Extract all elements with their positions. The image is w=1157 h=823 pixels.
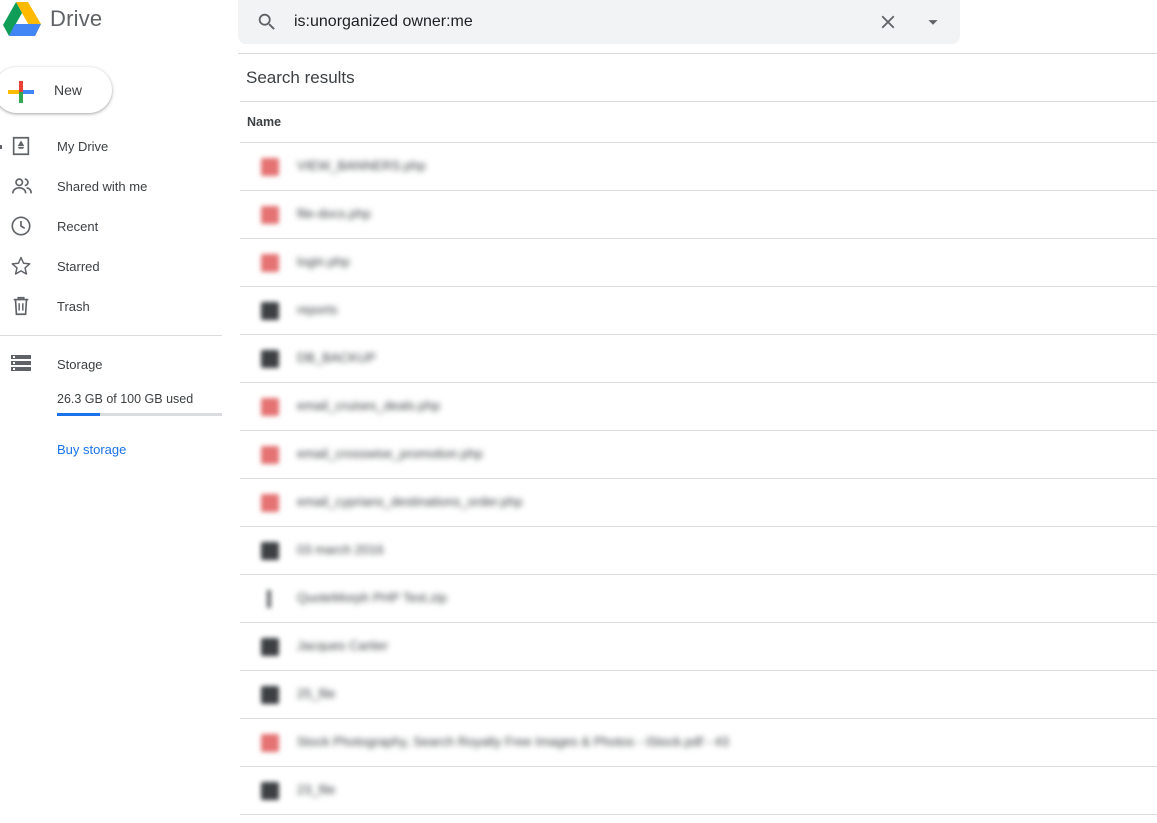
row-fade bbox=[788, 575, 794, 622]
row-fade bbox=[788, 383, 794, 430]
file-row[interactable]: 23_file bbox=[240, 767, 1157, 815]
file-row[interactable]: DB_BACKUP bbox=[240, 335, 1157, 383]
sidebar-item-label: My Drive bbox=[57, 139, 109, 154]
column-header-name[interactable]: Name bbox=[247, 115, 281, 129]
file-name: VIEW_BANNERS.php bbox=[297, 158, 426, 173]
storage-label: Storage bbox=[57, 357, 103, 372]
pdf-file-icon bbox=[261, 734, 279, 752]
pdf-file-icon bbox=[261, 206, 279, 224]
file-name: login.php bbox=[297, 254, 350, 269]
row-fade bbox=[788, 335, 794, 382]
pdf-file-icon bbox=[261, 446, 279, 464]
row-fade bbox=[788, 671, 794, 718]
file-name: 25_file bbox=[297, 686, 336, 701]
sidebar-item-shared-with-me[interactable]: Shared with me bbox=[0, 166, 222, 206]
storage-usage-bar bbox=[57, 413, 222, 416]
search-input[interactable] bbox=[294, 10, 854, 34]
file-row[interactable]: email_crosswise_promotion.php bbox=[240, 431, 1157, 479]
file-row[interactable]: email_cruises_deals.php bbox=[240, 383, 1157, 431]
row-fade bbox=[788, 287, 794, 334]
row-fade bbox=[788, 479, 794, 526]
title-divider bbox=[240, 101, 1157, 102]
folder-icon bbox=[261, 302, 279, 320]
pdf-file-icon bbox=[261, 494, 279, 512]
sidebar-divider bbox=[0, 335, 222, 336]
file-row[interactable]: QuoteMorph PHP Test.zip bbox=[240, 575, 1157, 623]
drive-logo[interactable]: Drive bbox=[3, 2, 102, 36]
trash-icon bbox=[10, 295, 32, 322]
app-title: Drive bbox=[50, 6, 103, 31]
sidebar-item-label: Starred bbox=[57, 259, 100, 274]
sidebar-item-starred[interactable]: Starred bbox=[0, 246, 222, 286]
sidebar-item-recent[interactable]: Recent bbox=[0, 206, 222, 246]
storage-usage-fill bbox=[57, 413, 101, 416]
search-options-icon[interactable] bbox=[922, 11, 944, 38]
folder-icon bbox=[261, 350, 279, 368]
header-divider bbox=[238, 53, 1157, 54]
file-row[interactable]: 03 march 2016 bbox=[240, 527, 1157, 575]
sidebar-item-label: Trash bbox=[57, 299, 90, 314]
row-fade bbox=[788, 623, 794, 670]
zip-file-icon bbox=[267, 590, 271, 608]
file-row[interactable]: file-docs.php bbox=[240, 191, 1157, 239]
file-row[interactable]: email_cyprians_destinations_order.php bbox=[240, 479, 1157, 527]
sidebar-item-my-drive[interactable]: My Drive bbox=[0, 126, 222, 166]
search-bar bbox=[238, 0, 960, 44]
sidebar-item-trash[interactable]: Trash bbox=[0, 286, 222, 326]
file-name: reports bbox=[297, 302, 338, 317]
search-icon[interactable] bbox=[256, 11, 278, 38]
file-name: email_crosswise_promotion.php bbox=[297, 446, 483, 461]
new-button-label: New bbox=[54, 82, 83, 98]
sidebar-nav: My Drive Shared with me Recent Starred T… bbox=[0, 126, 222, 326]
file-name: 23_file bbox=[297, 782, 336, 797]
row-fade bbox=[788, 431, 794, 478]
file-name: file-docs.php bbox=[297, 206, 371, 221]
file-row[interactable]: reports bbox=[240, 287, 1157, 335]
storage-icon bbox=[10, 354, 32, 377]
sidebar-item-label: Shared with me bbox=[57, 179, 148, 194]
row-fade bbox=[788, 719, 794, 766]
clock-icon bbox=[10, 215, 32, 242]
file-name: QuoteMorph PHP Test.zip bbox=[297, 590, 447, 605]
file-row[interactable]: 25_file bbox=[240, 671, 1157, 719]
pdf-file-icon bbox=[261, 254, 279, 272]
row-fade bbox=[788, 191, 794, 238]
pdf-file-icon bbox=[261, 398, 279, 416]
new-button[interactable]: New bbox=[0, 67, 112, 113]
row-fade bbox=[788, 143, 794, 190]
row-fade bbox=[788, 527, 794, 574]
storage-usage-text: 26.3 GB of 100 GB used bbox=[57, 392, 194, 406]
file-name: 03 march 2016 bbox=[297, 542, 384, 557]
row-fade bbox=[788, 767, 794, 814]
folder-icon bbox=[261, 782, 279, 800]
clear-search-icon[interactable] bbox=[877, 11, 899, 38]
shared-icon bbox=[10, 175, 34, 202]
buy-storage-link[interactable]: Buy storage bbox=[57, 442, 126, 457]
sidebar-item-storage[interactable]: Storage bbox=[0, 343, 222, 383]
page-title: Search results bbox=[246, 68, 355, 87]
folder-icon bbox=[261, 542, 279, 560]
file-name: email_cruises_deals.php bbox=[297, 398, 441, 413]
row-fade bbox=[788, 239, 794, 286]
sidebar-item-label: Recent bbox=[57, 219, 99, 234]
plus-icon bbox=[8, 79, 34, 110]
file-name: DB_BACKUP bbox=[297, 350, 376, 365]
file-name: Jacques Cartier bbox=[297, 638, 389, 653]
file-row[interactable]: VIEW_BANNERS.php bbox=[240, 143, 1157, 191]
file-name: email_cyprians_destinations_order.php bbox=[297, 494, 523, 509]
drive-logo-icon bbox=[3, 2, 41, 36]
file-row[interactable]: Jacques Cartier bbox=[240, 623, 1157, 671]
star-icon bbox=[10, 255, 32, 282]
file-name: Stock Photography, Search Royalty Free I… bbox=[297, 734, 729, 749]
file-row[interactable]: login.php bbox=[240, 239, 1157, 287]
file-row[interactable]: Stock Photography, Search Royalty Free I… bbox=[240, 719, 1157, 767]
pdf-file-icon bbox=[261, 158, 279, 176]
file-list: VIEW_BANNERS.php file-docs.php login.php re… bbox=[240, 143, 1157, 815]
folder-icon bbox=[261, 638, 279, 656]
my-drive-icon bbox=[10, 135, 32, 162]
folder-icon bbox=[261, 686, 279, 704]
